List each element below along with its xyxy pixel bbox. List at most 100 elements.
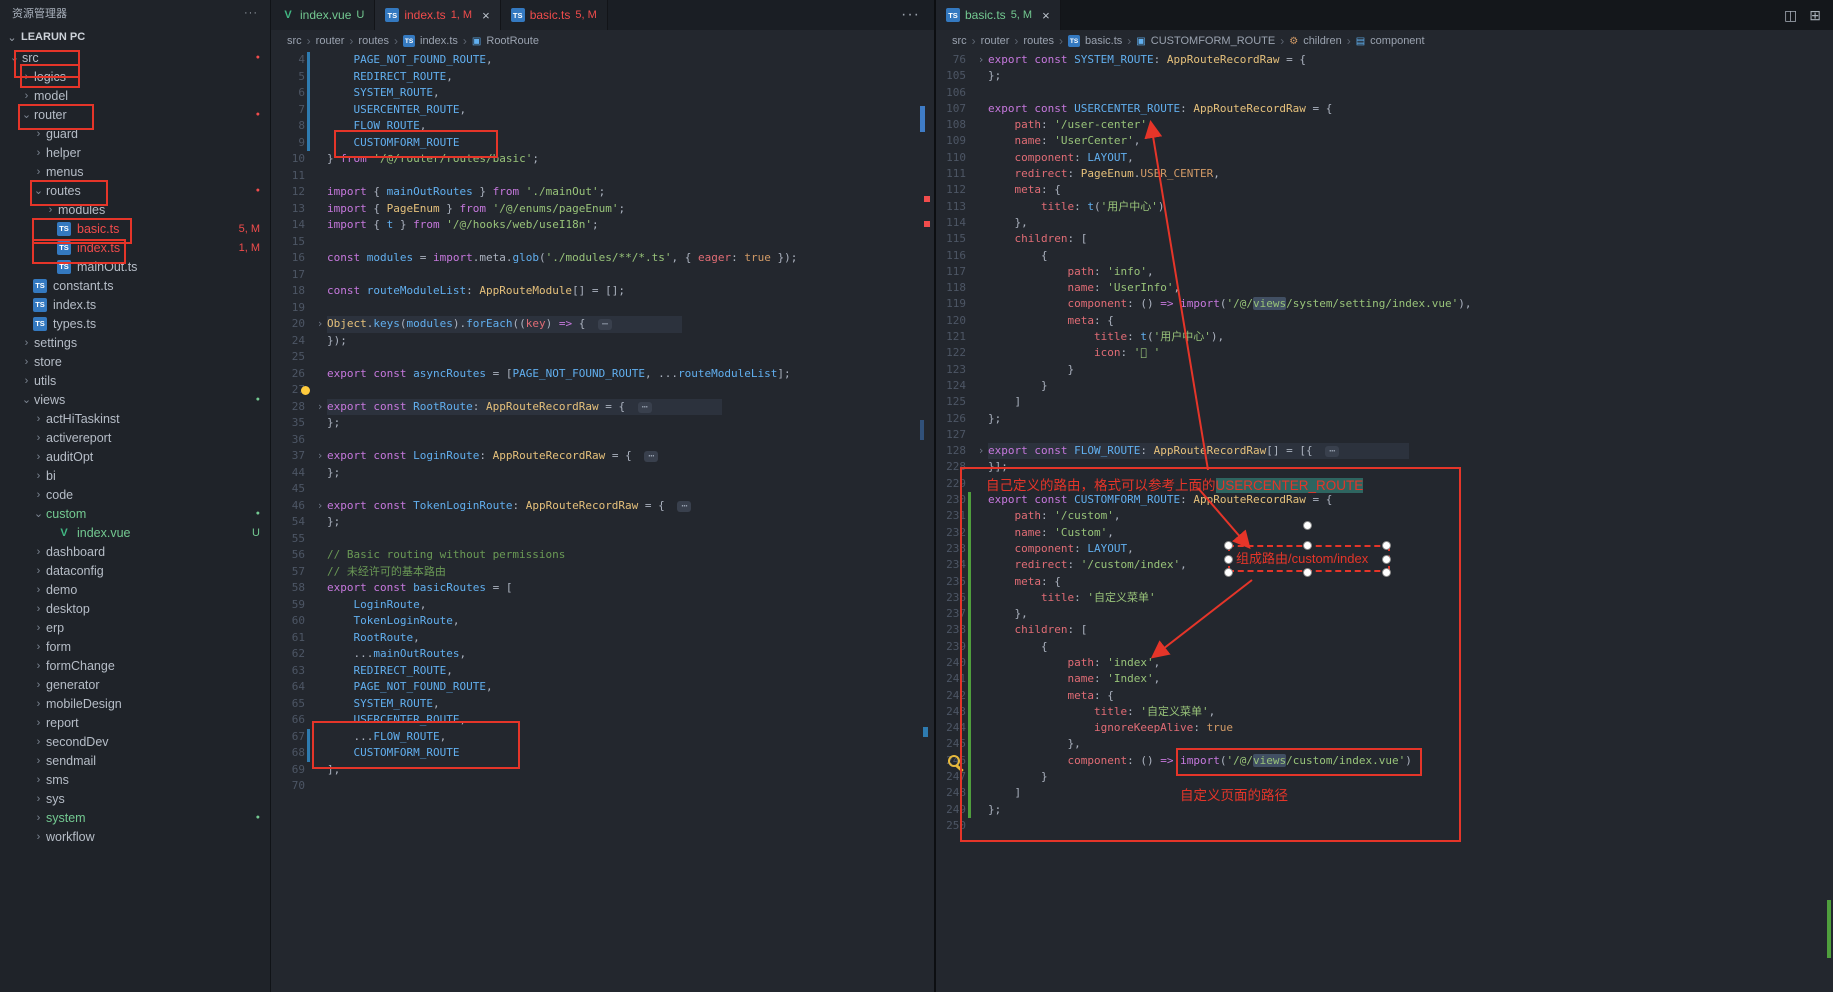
code-line[interactable]: 60 TokenLoginRoute, xyxy=(275,613,934,630)
tree-item-erp[interactable]: ›erp xyxy=(0,618,270,637)
code-line[interactable]: 9 CUSTOMFORM_ROUTE xyxy=(275,135,934,152)
code-line[interactable]: 67 ...FLOW_ROUTE, xyxy=(275,729,934,746)
code-line[interactable]: 250 xyxy=(940,818,1833,834)
fold-icon[interactable]: › xyxy=(313,316,327,333)
selection-handle[interactable] xyxy=(1224,568,1233,577)
tree-item-index.ts[interactable]: TSindex.ts1, M xyxy=(0,238,270,257)
code-line[interactable]: 62 ...mainOutRoutes, xyxy=(275,646,934,663)
code-line[interactable]: 61 RootRoute, xyxy=(275,630,934,647)
code-line[interactable]: 121 title: t('用户中心'), xyxy=(940,329,1833,345)
code-line[interactable]: 57// 未经许可的基本路由 xyxy=(275,564,934,581)
breadcrumb-item-CUSTOMFORM_ROUTE[interactable]: CUSTOMFORM_ROUTE xyxy=(1151,35,1275,47)
code-line[interactable]: 127 xyxy=(940,427,1833,443)
breadcrumb-item-routes[interactable]: routes xyxy=(1023,35,1054,47)
code-line[interactable]: 108 path: '/user-center', xyxy=(940,117,1833,133)
tree-item-report[interactable]: ›report xyxy=(0,713,270,732)
tree-item-modules[interactable]: ›modules xyxy=(0,200,270,219)
code-line[interactable]: 122 icon: ' ' xyxy=(940,345,1833,361)
code-line[interactable]: 45 xyxy=(275,481,934,498)
tree-item-mobileDesign[interactable]: ›mobileDesign xyxy=(0,694,270,713)
code-line[interactable]: 245 }, xyxy=(940,736,1833,752)
code-line[interactable]: 17 xyxy=(275,267,934,284)
code-line[interactable]: 26export const asyncRoutes = [PAGE_NOT_F… xyxy=(275,366,934,383)
code-line[interactable]: 119 component: () => import('/@/views/sy… xyxy=(940,296,1833,312)
code-line[interactable]: 63 REDIRECT_ROUTE, xyxy=(275,663,934,680)
code-line[interactable]: 236 title: '自定义菜单' xyxy=(940,590,1833,606)
code-line[interactable]: 55 xyxy=(275,531,934,548)
scrollbar-slider[interactable] xyxy=(920,106,925,132)
code-line[interactable]: 231 path: '/custom', xyxy=(940,508,1833,524)
selection-handle[interactable] xyxy=(1303,568,1312,577)
code-line[interactable]: 246 component: () => import('/@/views/cu… xyxy=(940,753,1833,769)
code-line[interactable]: 107export const USERCENTER_ROUTE: AppRou… xyxy=(940,101,1833,117)
code-line[interactable]: 125 ] xyxy=(940,394,1833,410)
code-line[interactable]: 58export const basicRoutes = [ xyxy=(275,580,934,597)
breadcrumb-item-children[interactable]: children xyxy=(1303,35,1342,47)
code-line[interactable]: 46›export const TokenLoginRoute: AppRout… xyxy=(275,498,934,515)
breadcrumb-item-router[interactable]: router xyxy=(316,35,345,47)
code-line[interactable]: 123 } xyxy=(940,362,1833,378)
code-line[interactable]: 15 xyxy=(275,234,934,251)
tree-item-basic.ts[interactable]: TSbasic.ts5, M xyxy=(0,219,270,238)
tree-item-sms[interactable]: ›sms xyxy=(0,770,270,789)
code-line[interactable]: 13import { PageEnum } from '/@/enums/pag… xyxy=(275,201,934,218)
selection-handle[interactable] xyxy=(1382,555,1391,564)
tree-item-code[interactable]: ›code xyxy=(0,485,270,504)
code-line[interactable]: 16const modules = import.meta.glob('./mo… xyxy=(275,250,934,267)
breadcrumb-item-router[interactable]: router xyxy=(981,35,1010,47)
code-editor-index-ts[interactable]: 4 PAGE_NOT_FOUND_ROUTE,5 REDIRECT_ROUTE,… xyxy=(271,52,934,992)
code-line[interactable]: 24}); xyxy=(275,333,934,350)
code-line[interactable]: 249}; xyxy=(940,802,1833,818)
code-line[interactable]: 237 }, xyxy=(940,606,1833,622)
code-line[interactable]: 10} from '/@/router/routes/basic'; xyxy=(275,151,934,168)
code-line[interactable]: 114 }, xyxy=(940,215,1833,231)
code-line[interactable]: 112 meta: { xyxy=(940,182,1833,198)
code-line[interactable]: 54}; xyxy=(275,514,934,531)
selection-handle[interactable] xyxy=(1303,541,1312,550)
code-line[interactable]: 238 children: [ xyxy=(940,622,1833,638)
tree-item-sys[interactable]: ›sys xyxy=(0,789,270,808)
tree-item-bi[interactable]: ›bi xyxy=(0,466,270,485)
code-line[interactable]: 36 xyxy=(275,432,934,449)
tree-item-dashboard[interactable]: ›dashboard xyxy=(0,542,270,561)
code-line[interactable]: 76›export const SYSTEM_ROUTE: AppRouteRe… xyxy=(940,52,1833,68)
tree-item-custom[interactable]: ⌄custom● xyxy=(0,504,270,523)
code-line[interactable]: 14import { t } from '/@/hooks/web/useI18… xyxy=(275,217,934,234)
fold-icon[interactable]: › xyxy=(313,399,327,416)
code-line[interactable]: 116 { xyxy=(940,248,1833,264)
code-line[interactable]: 4 PAGE_NOT_FOUND_ROUTE, xyxy=(275,52,934,69)
editor-tab-index.ts[interactable]: TSindex.ts1, M× xyxy=(375,0,500,30)
tree-item-router[interactable]: ⌄router● xyxy=(0,105,270,124)
workspace-section-header[interactable]: ⌄ LEARUN PC xyxy=(0,26,270,48)
code-line[interactable]: 7 USERCENTER_ROUTE, xyxy=(275,102,934,119)
tree-item-guard[interactable]: ›guard xyxy=(0,124,270,143)
code-line[interactable]: 118 name: 'UserInfo', xyxy=(940,280,1833,296)
code-line[interactable]: 110 component: LAYOUT, xyxy=(940,150,1833,166)
breadcrumb-item-routes[interactable]: routes xyxy=(358,35,389,47)
fold-icon[interactable]: › xyxy=(313,448,327,465)
code-line[interactable]: 68 CUSTOMFORM_ROUTE xyxy=(275,745,934,762)
close-icon[interactable]: × xyxy=(1042,8,1050,23)
editor-tab-basic.ts[interactable]: TSbasic.ts5, M xyxy=(501,0,608,30)
editor-tab-index.vue[interactable]: Vindex.vueU xyxy=(271,0,375,30)
quickfix-key-icon[interactable] xyxy=(948,755,960,767)
tree-item-routes[interactable]: ⌄routes● xyxy=(0,181,270,200)
code-line[interactable]: 232 name: 'Custom', xyxy=(940,525,1833,541)
code-line[interactable]: 56// Basic routing without permissions xyxy=(275,547,934,564)
tree-item-index.ts[interactable]: TSindex.ts xyxy=(0,295,270,314)
code-line[interactable]: 243 title: '自定义菜单', xyxy=(940,704,1833,720)
tree-item-menus[interactable]: ›menus xyxy=(0,162,270,181)
code-line[interactable]: 241 name: 'Index', xyxy=(940,671,1833,687)
tree-item-formChange[interactable]: ›formChange xyxy=(0,656,270,675)
code-line[interactable]: 230export const CUSTOMFORM_ROUTE: AppRou… xyxy=(940,492,1833,508)
breadcrumb-item-RootRoute[interactable]: RootRoute xyxy=(486,35,539,47)
code-line[interactable]: 27 xyxy=(275,382,934,399)
fold-icon[interactable]: › xyxy=(974,52,988,68)
code-line[interactable]: 65 SYSTEM_ROUTE, xyxy=(275,696,934,713)
code-line[interactable]: 70 xyxy=(275,778,934,795)
code-line[interactable]: 126}; xyxy=(940,411,1833,427)
selection-handle[interactable] xyxy=(1224,541,1233,550)
code-line[interactable]: 44}; xyxy=(275,465,934,482)
code-line[interactable]: 5 REDIRECT_ROUTE, xyxy=(275,69,934,86)
breadcrumb-item-component[interactable]: component xyxy=(1370,35,1424,47)
